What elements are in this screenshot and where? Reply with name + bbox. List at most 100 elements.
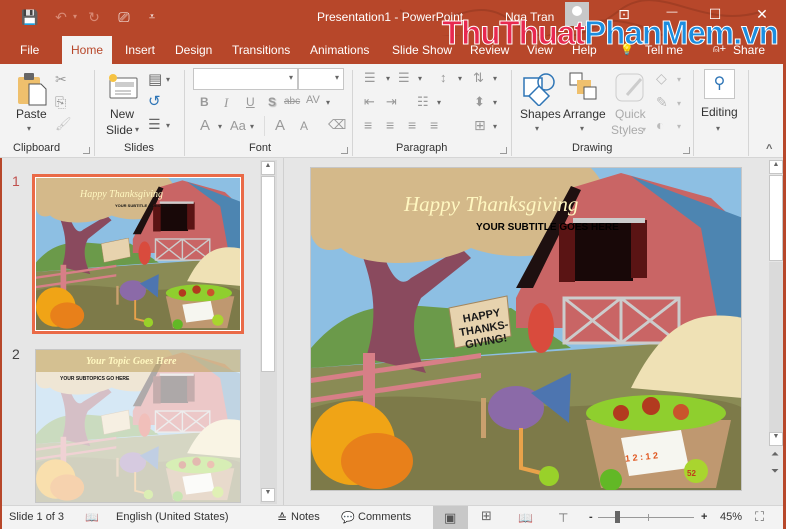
quick-styles-label-2[interactable]: Styles [611, 123, 644, 137]
shape-outline-icon[interactable]: ✎ [656, 94, 668, 111]
bullets-icon[interactable]: ☰ [364, 70, 376, 86]
shrink-font-button[interactable]: A [300, 119, 308, 133]
collapse-ribbon-icon[interactable]: ^ [766, 143, 772, 155]
line-spacing-dropdown-icon[interactable]: ▾ [458, 74, 462, 83]
italic-button[interactable]: I [224, 95, 228, 111]
slide-subtitle[interactable]: YOUR SUBTITLE GOES HERE [476, 222, 619, 233]
arrange-dropdown-icon[interactable]: ▾ [580, 124, 584, 133]
smartart-icon[interactable]: ⊞ [474, 117, 486, 134]
new-slide-icon[interactable] [107, 72, 139, 102]
redo-icon[interactable]: ↻ [85, 8, 103, 26]
slide-sorter-icon[interactable]: ⊞ [481, 508, 492, 524]
paste-button[interactable]: Paste [16, 107, 47, 121]
shape-effects-icon[interactable]: ◐ [656, 117, 664, 133]
smartart-dropdown-icon[interactable]: ▾ [493, 122, 497, 131]
font-color-button[interactable]: A [200, 117, 210, 134]
thumbnail-scroll-up[interactable]: ▲ [261, 161, 275, 175]
tab-file[interactable]: File [20, 43, 39, 57]
editing-button[interactable]: Editing [701, 105, 738, 119]
save-icon[interactable]: 💾 [21, 8, 39, 26]
editor-scroll-thumb[interactable] [769, 175, 783, 261]
text-direction-dropdown-icon[interactable]: ▾ [493, 74, 497, 83]
align-text-dropdown-icon[interactable]: ▾ [493, 98, 497, 107]
strikethrough-button[interactable]: abc [284, 96, 300, 107]
slide-title[interactable]: Happy Thanksgiving [404, 192, 578, 217]
previous-slide-icon[interactable]: ⏶ [771, 449, 779, 460]
paste-dropdown-icon[interactable]: ▾ [27, 124, 31, 133]
zoom-in-button[interactable]: + [701, 511, 707, 523]
editor-scroll-down[interactable]: ▼ [769, 432, 783, 446]
tab-design[interactable]: Design [175, 43, 212, 57]
quick-styles-label-1[interactable]: Quick [615, 107, 646, 121]
numbering-dropdown-icon[interactable]: ▾ [418, 74, 422, 83]
character-spacing-button[interactable]: AV [306, 94, 320, 106]
font-name-combo[interactable]: ▾ [193, 68, 298, 90]
change-case-dropdown-icon[interactable]: ▾ [250, 122, 254, 131]
find-icon[interactable]: ⚲ [704, 69, 735, 99]
decrease-indent-icon[interactable]: ⇤ [364, 94, 375, 110]
layout-dropdown-icon[interactable]: ▾ [166, 75, 170, 84]
quick-styles-icon[interactable] [615, 73, 645, 103]
spellcheck-icon[interactable]: 📖 [85, 511, 99, 524]
shapes-button[interactable]: Shapes [520, 107, 561, 121]
justify-icon[interactable]: ≡ [430, 117, 438, 133]
layout-icon[interactable]: ▤ [148, 70, 162, 88]
language-indicator[interactable]: English (United States) [116, 511, 229, 523]
shapes-dropdown-icon[interactable]: ▾ [535, 124, 539, 133]
shapes-icon[interactable] [522, 72, 556, 106]
notes-button[interactable]: Notes [291, 511, 320, 523]
zoom-out-button[interactable]: - [589, 511, 593, 523]
fit-to-window-icon[interactable]: ⛶ [755, 509, 764, 525]
columns-icon[interactable]: ☷ [417, 94, 429, 110]
bold-button[interactable]: B [200, 95, 209, 109]
bullets-dropdown-icon[interactable]: ▾ [386, 74, 390, 83]
clear-formatting-icon[interactable]: ⌫ [328, 117, 346, 133]
shadow-button[interactable]: S [268, 95, 276, 109]
shape-fill-dropdown-icon[interactable]: ▾ [677, 75, 681, 84]
align-text-icon[interactable]: ⬍ [474, 94, 485, 110]
thumbnail-scroll-thumb[interactable] [261, 176, 275, 372]
shape-effects-dropdown-icon[interactable]: ▾ [677, 122, 681, 131]
new-slide-label-1[interactable]: New [110, 107, 134, 121]
tab-insert[interactable]: Insert [125, 43, 155, 57]
font-size-combo[interactable]: ▾ [298, 68, 344, 90]
reset-slide-icon[interactable]: ↺ [148, 92, 161, 110]
zoom-level[interactable]: 45% [720, 511, 742, 523]
columns-dropdown-icon[interactable]: ▾ [437, 98, 441, 107]
paste-icon[interactable] [17, 72, 47, 106]
new-slide-label-2[interactable]: Slide [106, 123, 133, 137]
start-slideshow-icon[interactable]: ⎚ [115, 8, 133, 26]
align-center-icon[interactable]: ≡ [386, 117, 394, 133]
undo-dropdown-icon[interactable]: ▾ [66, 8, 84, 26]
section-dropdown-icon[interactable]: ▾ [166, 121, 170, 130]
thumbnail-2[interactable] [35, 349, 241, 503]
slideshow-view-icon[interactable]: ⊤ [558, 511, 568, 525]
underline-button[interactable]: U [246, 95, 255, 109]
paragraph-launcher-icon[interactable] [500, 147, 507, 154]
font-launcher-icon[interactable] [341, 147, 348, 154]
grow-font-button[interactable]: A [275, 117, 285, 134]
customize-qat-icon[interactable]: ⩡ [143, 8, 161, 26]
format-painter-icon[interactable]: 🖌 [55, 116, 72, 132]
align-right-icon[interactable]: ≡ [408, 117, 416, 133]
section-icon[interactable]: ☰ [148, 116, 161, 133]
new-slide-dropdown-icon[interactable]: ▾ [135, 125, 139, 134]
clipboard-launcher-icon[interactable] [83, 147, 90, 154]
align-left-icon[interactable]: ≡ [364, 117, 372, 133]
cut-icon[interactable]: ✂ [55, 71, 67, 88]
change-case-button[interactable]: Aa [230, 118, 246, 133]
editing-dropdown-icon[interactable]: ▾ [716, 124, 720, 133]
tab-animations[interactable]: Animations [310, 43, 369, 57]
shape-fill-icon[interactable]: ◇ [656, 70, 667, 87]
numbering-icon[interactable]: ☰ [398, 70, 410, 86]
tab-home[interactable]: Home [62, 36, 112, 64]
quick-styles-dropdown-icon[interactable]: ▾ [642, 125, 646, 134]
text-direction-icon[interactable]: ⇅ [473, 70, 484, 86]
copy-icon[interactable]: ⎘ [55, 94, 66, 111]
tab-transitions[interactable]: Transitions [232, 43, 290, 57]
line-spacing-icon[interactable]: ↕ [440, 70, 447, 85]
thumbnail-scroll-down[interactable]: ▼ [261, 488, 275, 502]
next-slide-icon[interactable]: ⏷ [771, 466, 779, 477]
zoom-slider-thumb[interactable] [614, 511, 620, 523]
shape-outline-dropdown-icon[interactable]: ▾ [677, 99, 681, 108]
